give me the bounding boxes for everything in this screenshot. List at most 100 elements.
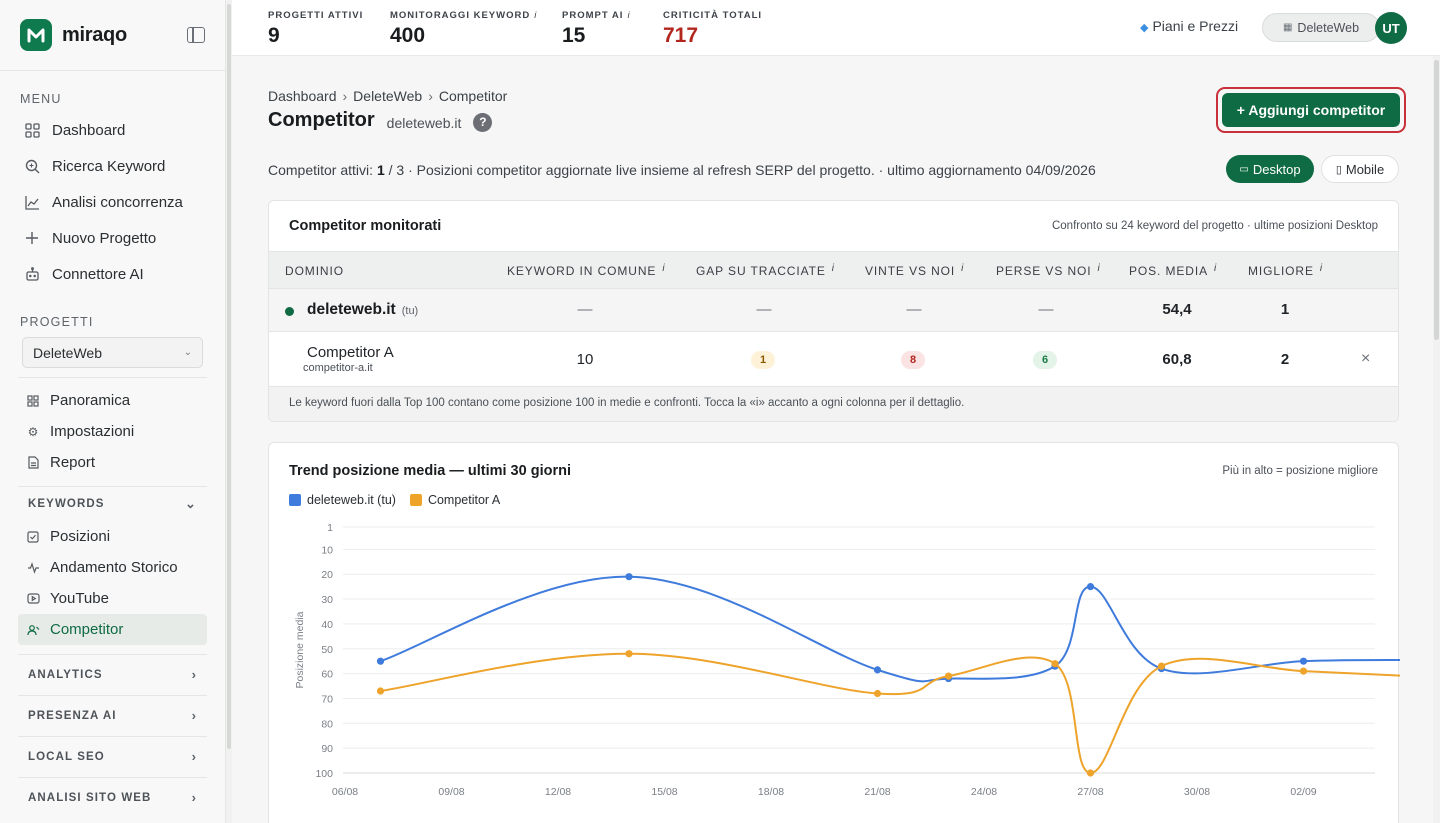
users-icon — [26, 623, 40, 637]
y-tick-label: 10 — [321, 544, 333, 556]
own-gap: — — [756, 301, 772, 318]
page-domain: deleteweb.it — [386, 114, 462, 131]
col-label: VINTE VS NOI — [865, 264, 956, 278]
add-competitor-button[interactable]: + Aggiungi competitor — [1222, 93, 1400, 127]
group-presenza-ai[interactable]: PRESENZA AI › — [18, 695, 207, 735]
y-tick-label: 100 — [315, 768, 333, 780]
sidebar-toggle-icon[interactable] — [187, 27, 205, 43]
nav-item-analisi-concorrenza[interactable]: Analisi concorrenza — [0, 184, 225, 220]
chevron-right-icon: › — [191, 708, 197, 723]
col-dominio[interactable]: DOMINIO — [285, 264, 344, 278]
nav-item-youtube[interactable]: YouTube — [18, 583, 207, 614]
nav-item-andamento-storico[interactable]: Andamento Storico — [18, 552, 207, 583]
info-icon[interactable]: i — [1098, 263, 1101, 274]
data-point-own — [1086, 583, 1095, 591]
x-tick-label: 30/08 — [1184, 786, 1210, 798]
nav-item-posizioni[interactable]: Posizioni — [18, 521, 207, 552]
remove-competitor-close-icon[interactable]: × — [1361, 350, 1370, 368]
stat-label: MONITORAGGI KEYWORD — [390, 10, 531, 21]
own-tag: (tu) — [401, 305, 419, 317]
sidebar-scrollbar-thumb[interactable] — [227, 4, 231, 749]
table-header: DOMINIO KEYWORD IN COMUNE i GAP SU TRACCI… — [269, 251, 1398, 289]
stat-prompt-ai: PROMPT AI i 15 — [562, 10, 631, 48]
col-perse[interactable]: PERSE VS NOI i — [996, 263, 1101, 278]
nav-item-label: Ricerca Keyword — [52, 157, 166, 175]
nav-item-nuovo-progetto[interactable]: Nuovo Progetto — [0, 220, 225, 256]
nav-item-dashboard[interactable]: Dashboard — [0, 112, 225, 148]
project-select-value: DeleteWeb — [33, 344, 103, 361]
nav-item-ricerca-keyword[interactable]: Ricerca Keyword — [0, 148, 225, 184]
col-keyword-in-comune[interactable]: KEYWORD IN COMUNE i — [507, 263, 665, 278]
gap-badge: 1 — [751, 351, 775, 369]
breadcrumb-dashboard[interactable]: Dashboard — [268, 88, 337, 104]
diamond-icon: ◆ — [1140, 22, 1149, 34]
competitor-name: Competitor A — [307, 344, 394, 361]
data-point-own — [376, 657, 385, 665]
col-label: KEYWORD IN COMUNE — [507, 264, 657, 278]
group-local-seo[interactable]: LOCAL SEO › — [18, 736, 207, 776]
help-icon[interactable]: ? — [473, 112, 493, 132]
stat-label: PROMPT AI — [562, 10, 624, 21]
gear-icon: ⚙ — [27, 424, 39, 439]
table-row-competitor[interactable]: Competitor A competitor-a.it 10 1 8 6 60… — [269, 332, 1398, 387]
data-point-own — [873, 666, 882, 674]
document-icon — [26, 456, 40, 470]
competitor-avg: 60,8 — [1162, 351, 1192, 368]
group-label: PRESENZA AI — [28, 709, 117, 722]
data-point-competitor — [944, 672, 953, 680]
competitor-info-line: Competitor attivi: 1 / 3 · Posizioni com… — [268, 162, 1096, 178]
data-point-competitor — [1086, 769, 1095, 777]
nav-item-report[interactable]: Report — [18, 447, 207, 478]
desktop-icon: ▭ — [1239, 163, 1249, 175]
nav-item-label: Panoramica — [50, 392, 131, 409]
info-icon[interactable]: i — [1320, 263, 1323, 274]
device-desktop-button[interactable]: ▭ Desktop — [1226, 155, 1314, 183]
group-label: KEYWORDS — [28, 498, 105, 510]
info-icon[interactable]: i — [1214, 263, 1217, 274]
workspace-pill[interactable]: ▦ DeleteWeb — [1262, 13, 1380, 42]
breadcrumb-project[interactable]: DeleteWeb — [353, 88, 422, 104]
col-gap[interactable]: GAP SU TRACCIATE i — [696, 263, 835, 278]
device-mobile-button[interactable]: ▯ Mobile — [1321, 155, 1399, 183]
group-analisi-sito-web[interactable]: ANALISI SITO WEB › — [18, 777, 207, 817]
nav-item-panoramica[interactable]: Panoramica — [18, 385, 207, 416]
info-icon[interactable]: i — [832, 263, 835, 274]
stat-monitoraggi-keyword: MONITORAGGI KEYWORD i 400 — [390, 10, 537, 48]
nav-item-competitor[interactable]: Competitor — [18, 614, 207, 645]
info-icon[interactable]: i — [662, 263, 665, 274]
stat-value: 9 — [268, 24, 280, 47]
col-label: MIGLIORE — [1248, 264, 1314, 278]
col-pos-media[interactable]: POS. MEDIA i — [1129, 263, 1217, 278]
stat-value: 717 — [663, 24, 699, 47]
competitors-table-card: Competitor monitorati Confronto su 24 ke… — [268, 200, 1399, 422]
col-label: POS. MEDIA — [1129, 264, 1209, 278]
nav-item-connettore-ai[interactable]: Connettore AI — [0, 256, 225, 292]
col-migliore[interactable]: MIGLIORE i — [1248, 263, 1323, 278]
info-icon[interactable]: i — [961, 263, 964, 274]
info-icon[interactable]: i — [627, 10, 630, 21]
nav-item-label: Connettore AI — [52, 265, 144, 283]
group-analytics[interactable]: ANALYTICS › — [18, 654, 207, 694]
y-tick-label: 60 — [321, 669, 333, 681]
brand-logo-icon[interactable] — [20, 19, 52, 51]
trend-icon — [24, 194, 40, 210]
robot-icon — [24, 266, 40, 282]
chevron-right-icon: › — [191, 667, 197, 682]
checkbox-icon — [26, 530, 40, 544]
info-icon[interactable]: i — [534, 10, 537, 21]
col-vinte[interactable]: VINTE VS NOI i — [865, 263, 964, 278]
nav-item-impostazioni[interactable]: ⚙ Impostazioni — [18, 416, 207, 447]
main-scrollbar-thumb[interactable] — [1434, 60, 1439, 340]
pulse-icon — [26, 561, 40, 575]
pricing-link[interactable]: ◆ Piani e Prezzi — [1140, 18, 1238, 34]
trend-chart: 1 10 20 30 40 50 60 70 80 90 100 06/08 09/08 12/08 15/… — [294, 522, 1400, 798]
project-select[interactable]: DeleteWeb ⌄ — [22, 337, 203, 368]
competitor-lost-cell: 6 — [1033, 350, 1057, 369]
breadcrumb-separator: › — [342, 88, 348, 104]
competitor-gap-cell: 1 — [751, 350, 775, 369]
avatar[interactable]: UT — [1375, 12, 1407, 44]
group-keywords[interactable]: KEYWORDS ⌄ — [18, 486, 207, 521]
breadcrumb-current: Competitor — [438, 88, 508, 104]
y-tick-label: 50 — [321, 644, 333, 656]
y-tick-label: 90 — [321, 743, 333, 755]
